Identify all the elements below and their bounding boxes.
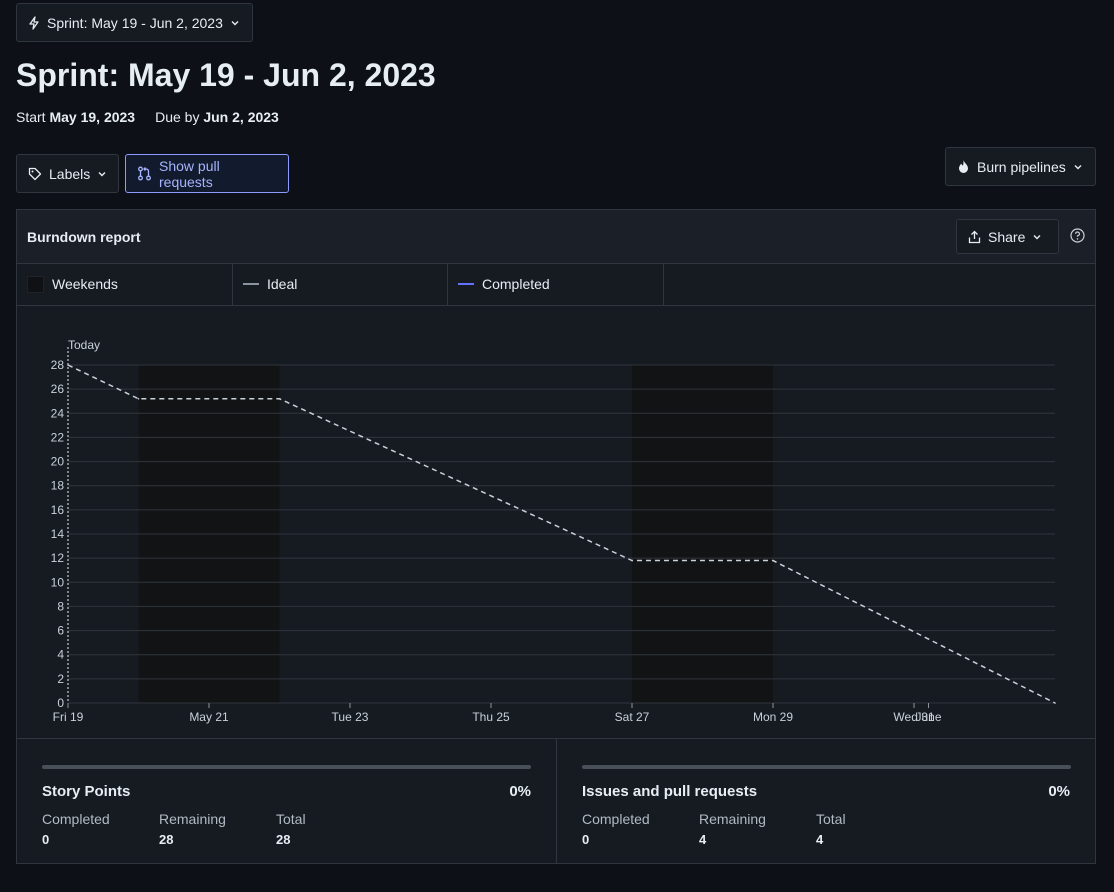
y-tick-label-20: 20 xyxy=(51,455,65,469)
report-header: Burndown report Share xyxy=(17,210,1095,264)
x-tick-label-5: Mon 29 xyxy=(753,710,793,724)
ideal-point-1 xyxy=(137,398,140,400)
weekend-swatch xyxy=(27,275,44,293)
remaining-label: Remaining xyxy=(699,811,766,827)
share-button[interactable]: Share xyxy=(956,219,1059,254)
issues-percent: 0% xyxy=(1048,783,1070,800)
y-tick-label-28: 28 xyxy=(51,358,65,372)
completed-value: 0 xyxy=(42,832,50,847)
due-label: Due by xyxy=(155,109,200,125)
start-date: May 19, 2023 xyxy=(49,109,136,125)
due-date: Jun 2, 2023 xyxy=(203,109,279,125)
issues-progress-bar xyxy=(582,765,1071,769)
help-icon[interactable] xyxy=(1070,228,1085,243)
share-icon xyxy=(968,230,981,243)
x-tick-label-2: Tue 23 xyxy=(332,710,369,724)
burn-pipelines-button[interactable]: Burn pipelines xyxy=(945,147,1096,186)
legend-completed-label: Completed xyxy=(482,276,550,292)
legend-weekends[interactable]: Weekends xyxy=(17,263,233,305)
y-tick-label-18: 18 xyxy=(51,479,65,493)
sprint-selector-label: Sprint: May 19 - Jun 2, 2023 xyxy=(47,14,223,31)
x-tick-label-4: Sat 27 xyxy=(615,710,650,724)
issues-panel: Issues and pull requests 0% Completed 0 … xyxy=(557,739,1095,864)
legend-completed[interactable]: Completed xyxy=(448,263,664,305)
story-points-percent: 0% xyxy=(509,783,531,800)
share-button-label: Share xyxy=(988,228,1026,245)
chevron-down-icon xyxy=(1074,164,1082,169)
y-tick-label-22: 22 xyxy=(51,430,65,444)
total-label: Total xyxy=(276,811,306,827)
show-pull-requests-label: Show pull requests xyxy=(159,157,220,190)
ideal-point-4 xyxy=(772,559,774,562)
y-tick-label-10: 10 xyxy=(51,575,65,589)
y-tick-label-14: 14 xyxy=(51,527,65,541)
report-title: Burndown report xyxy=(27,229,141,245)
issues-total: Total 4 xyxy=(816,811,846,847)
legend-ideal[interactable]: Ideal xyxy=(233,263,448,305)
legend-ideal-label: Ideal xyxy=(267,276,298,292)
ideal-point-5 xyxy=(1054,702,1056,704)
x-tick-label-7: June xyxy=(915,710,941,724)
issues-completed: Completed 0 xyxy=(582,811,650,847)
completed-value: 0 xyxy=(582,832,590,847)
sprint-dates: Start May 19, 2023 Due by Jun 2, 2023 xyxy=(16,109,279,125)
ideal-point-3 xyxy=(631,559,633,562)
chevron-down-icon xyxy=(98,171,106,176)
y-tick-label-0: 0 xyxy=(57,696,64,710)
story-points-remaining: Remaining 28 xyxy=(159,811,226,847)
y-tick-label-6: 6 xyxy=(57,624,64,638)
story-points-title: Story Points xyxy=(42,783,131,800)
labels-button-label: Labels xyxy=(49,165,91,182)
completed-label: Completed xyxy=(42,811,110,827)
story-points-progress-bar xyxy=(42,765,531,769)
story-points-panel: Story Points 0% Completed 0 Remaining 28… xyxy=(17,739,557,864)
story-points-completed: Completed 0 xyxy=(42,811,110,847)
ideal-point-0 xyxy=(67,364,69,366)
y-tick-label-2: 2 xyxy=(57,672,64,686)
y-tick-label-26: 26 xyxy=(51,382,65,396)
labels-button[interactable]: Labels xyxy=(16,154,119,193)
y-tick-label-4: 4 xyxy=(57,648,64,662)
completed-label: Completed xyxy=(582,811,650,827)
chevron-down-icon xyxy=(231,20,239,25)
issues-title: Issues and pull requests xyxy=(582,783,758,800)
show-pull-requests-button[interactable]: Show pull requests xyxy=(125,154,289,193)
y-tick-label-24: 24 xyxy=(51,406,65,420)
burn-pipelines-label: Burn pipelines xyxy=(977,158,1066,175)
burndown-report: Burndown report Share Weekends Ideal Com… xyxy=(16,209,1096,864)
pull-request-icon xyxy=(138,166,151,181)
total-value: 4 xyxy=(816,832,824,847)
flame-icon xyxy=(959,160,968,173)
today-label: Today xyxy=(68,338,100,352)
ideal-swatch xyxy=(243,283,259,285)
legend-weekends-label: Weekends xyxy=(52,276,118,292)
ideal-point-2 xyxy=(278,398,281,400)
issues-remaining: Remaining 4 xyxy=(699,811,766,847)
remaining-value: 4 xyxy=(699,832,707,847)
lightning-icon xyxy=(29,15,39,30)
x-tick-label-1: May 21 xyxy=(189,710,229,724)
x-tick-label-3: Thu 25 xyxy=(472,710,510,724)
y-tick-label-16: 16 xyxy=(51,503,65,517)
chart-legend: Weekends Ideal Completed xyxy=(17,263,1095,306)
completed-swatch xyxy=(458,283,474,285)
sprint-selector-button[interactable]: Sprint: May 19 - Jun 2, 2023 xyxy=(16,3,253,42)
stats-section: Story Points 0% Completed 0 Remaining 28… xyxy=(17,738,1095,864)
y-tick-label-12: 12 xyxy=(51,551,65,565)
x-tick-label-0: Fri 19 xyxy=(53,710,84,724)
remaining-label: Remaining xyxy=(159,811,226,827)
page-title: Sprint: May 19 - Jun 2, 2023 xyxy=(16,57,436,93)
total-label: Total xyxy=(816,811,846,827)
story-points-total: Total 28 xyxy=(276,811,306,847)
chevron-down-icon xyxy=(1033,234,1041,239)
tag-icon xyxy=(28,167,42,180)
remaining-value: 28 xyxy=(159,832,174,847)
y-tick-label-8: 8 xyxy=(57,599,64,613)
burndown-chart-svg: 0246810121416182022242628Fri 19 May 21 Tue… xyxy=(51,338,1056,724)
burndown-chart: 0 2 4 6 8 10 12 14 16 18 20 22 24 26 28 Fri 19 May 21 Tue… xyxy=(17,306,1095,738)
total-value: 28 xyxy=(276,832,291,847)
start-label: Start xyxy=(16,109,46,125)
